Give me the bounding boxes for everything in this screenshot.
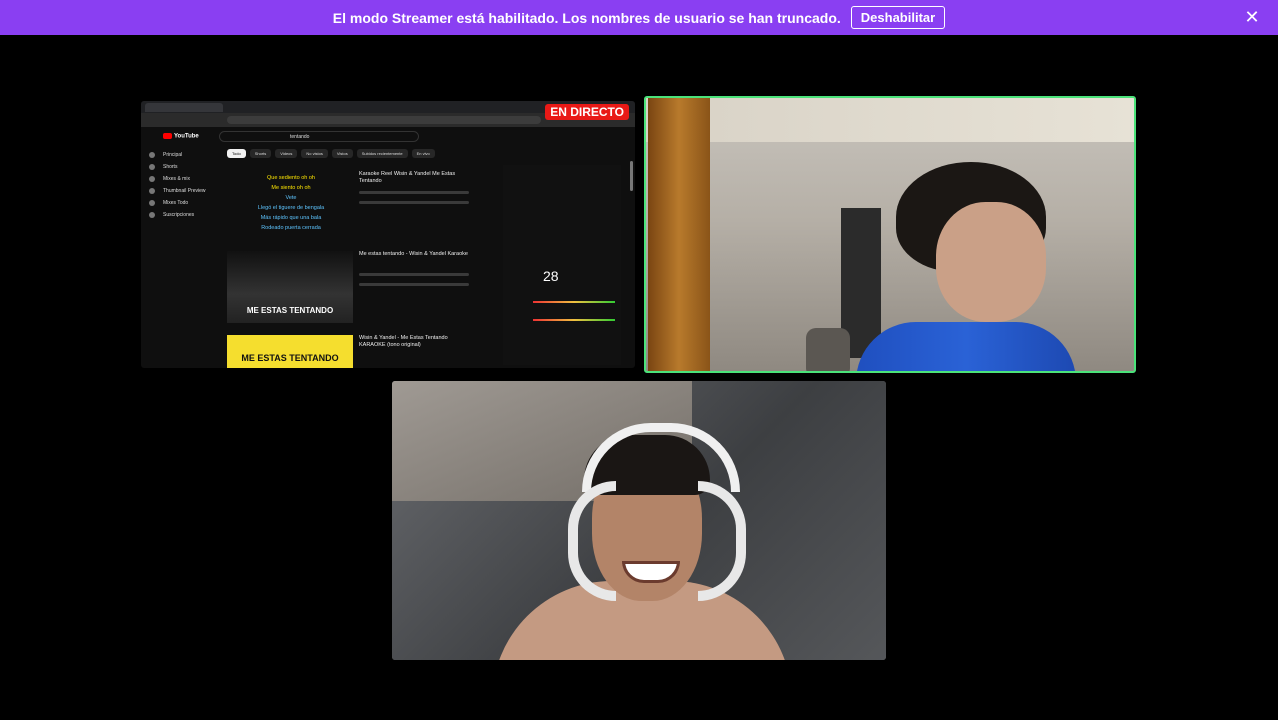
headphones-right — [698, 481, 746, 601]
chip: Todo — [227, 149, 246, 158]
browser-tab — [145, 103, 223, 112]
youtube-logo: YouTube — [163, 133, 199, 140]
chip: No vistos — [301, 149, 328, 158]
streamer-mode-banner: El modo Streamer está habilitado. Los no… — [0, 0, 1278, 35]
video-meta — [359, 201, 469, 204]
video-meta — [359, 191, 469, 194]
scrollbar[interactable] — [630, 161, 633, 191]
sidebar-item: Mixes & mix — [141, 173, 221, 185]
participant-person — [482, 411, 812, 660]
sidebar-item: Shorts — [141, 161, 221, 173]
vidiq-score: 28 — [543, 268, 559, 284]
participant-person — [856, 162, 1076, 371]
video-title: Wisin & Yandel - Me Estas Tentando KARAO… — [359, 335, 448, 348]
video-thumbnail: ME ESTAS TENTANDO — [227, 335, 353, 368]
filter-chips: Todo Shorts Videos No vistos Vistos Subi… — [227, 149, 435, 158]
headphones-left — [568, 481, 616, 601]
microphone — [806, 328, 850, 371]
lyric-line: Vete — [285, 195, 297, 201]
video-title: Karaoke Reel Wisin & Yandel Me Estas Ten… — [359, 171, 456, 184]
face — [936, 202, 1046, 322]
thumbnail-text: ME ESTAS TENTANDO — [246, 306, 334, 315]
disable-streamer-mode-button[interactable]: Deshabilitar — [850, 6, 946, 29]
chip: Subidos recientemente — [356, 149, 408, 158]
video-title: Me estas tentando - Wisin & Yandel Karao… — [359, 251, 468, 257]
youtube-header: YouTube tentando — [141, 127, 635, 147]
blue-shirt — [856, 322, 1076, 371]
participant-video-speaking[interactable] — [644, 96, 1136, 373]
thumbnail-text: ME ESTAS TENTANDO — [241, 353, 339, 363]
video-meta — [359, 283, 469, 286]
youtube-sidebar: Principal Shorts Mixes & mix Thumbnail P… — [141, 149, 221, 221]
youtube-search-input: tentando — [219, 131, 419, 142]
ceiling — [646, 98, 1134, 142]
score-bar — [533, 301, 615, 303]
lyric-line: Llegó el tiguere de bengala — [257, 205, 325, 211]
video-thumbnail: ME ESTAS TENTANDO — [227, 251, 353, 323]
score-bar — [533, 319, 615, 321]
streamer-mode-message: El modo Streamer está habilitado. Los no… — [332, 9, 841, 26]
wooden-door — [648, 98, 710, 371]
url-field — [227, 116, 541, 124]
video-meta — [359, 273, 469, 276]
lyric-line: Me siento oh oh — [271, 185, 311, 191]
live-badge: EN DIRECTO — [545, 104, 629, 120]
chip: En vivo — [411, 149, 435, 158]
sidebar-item: Thumbnail Preview — [141, 185, 221, 197]
lyric-line: Rodeado puerta cerrada — [261, 225, 321, 231]
close-icon[interactable]: ✕ — [1242, 7, 1262, 27]
participant-video[interactable] — [392, 381, 886, 660]
lyric-line: Que sediento oh oh — [266, 175, 315, 181]
chip: Shorts — [249, 149, 272, 158]
sidebar-item: Suscripciones — [141, 209, 221, 221]
screen-share-tile[interactable]: EN DIRECTO YouTube tentando Principal Sh… — [141, 101, 635, 368]
vidiq-panel: 28 — [503, 165, 621, 365]
chip: Vistos — [331, 149, 353, 158]
karaoke-lyrics: Que sediento oh oh Me siento oh oh Vete … — [227, 173, 355, 243]
lyric-line: Más rápido que una bala — [260, 215, 322, 221]
sidebar-item: Principal — [141, 149, 221, 161]
sidebar-item: Mixes Todo — [141, 197, 221, 209]
chip: Videos — [275, 149, 298, 158]
